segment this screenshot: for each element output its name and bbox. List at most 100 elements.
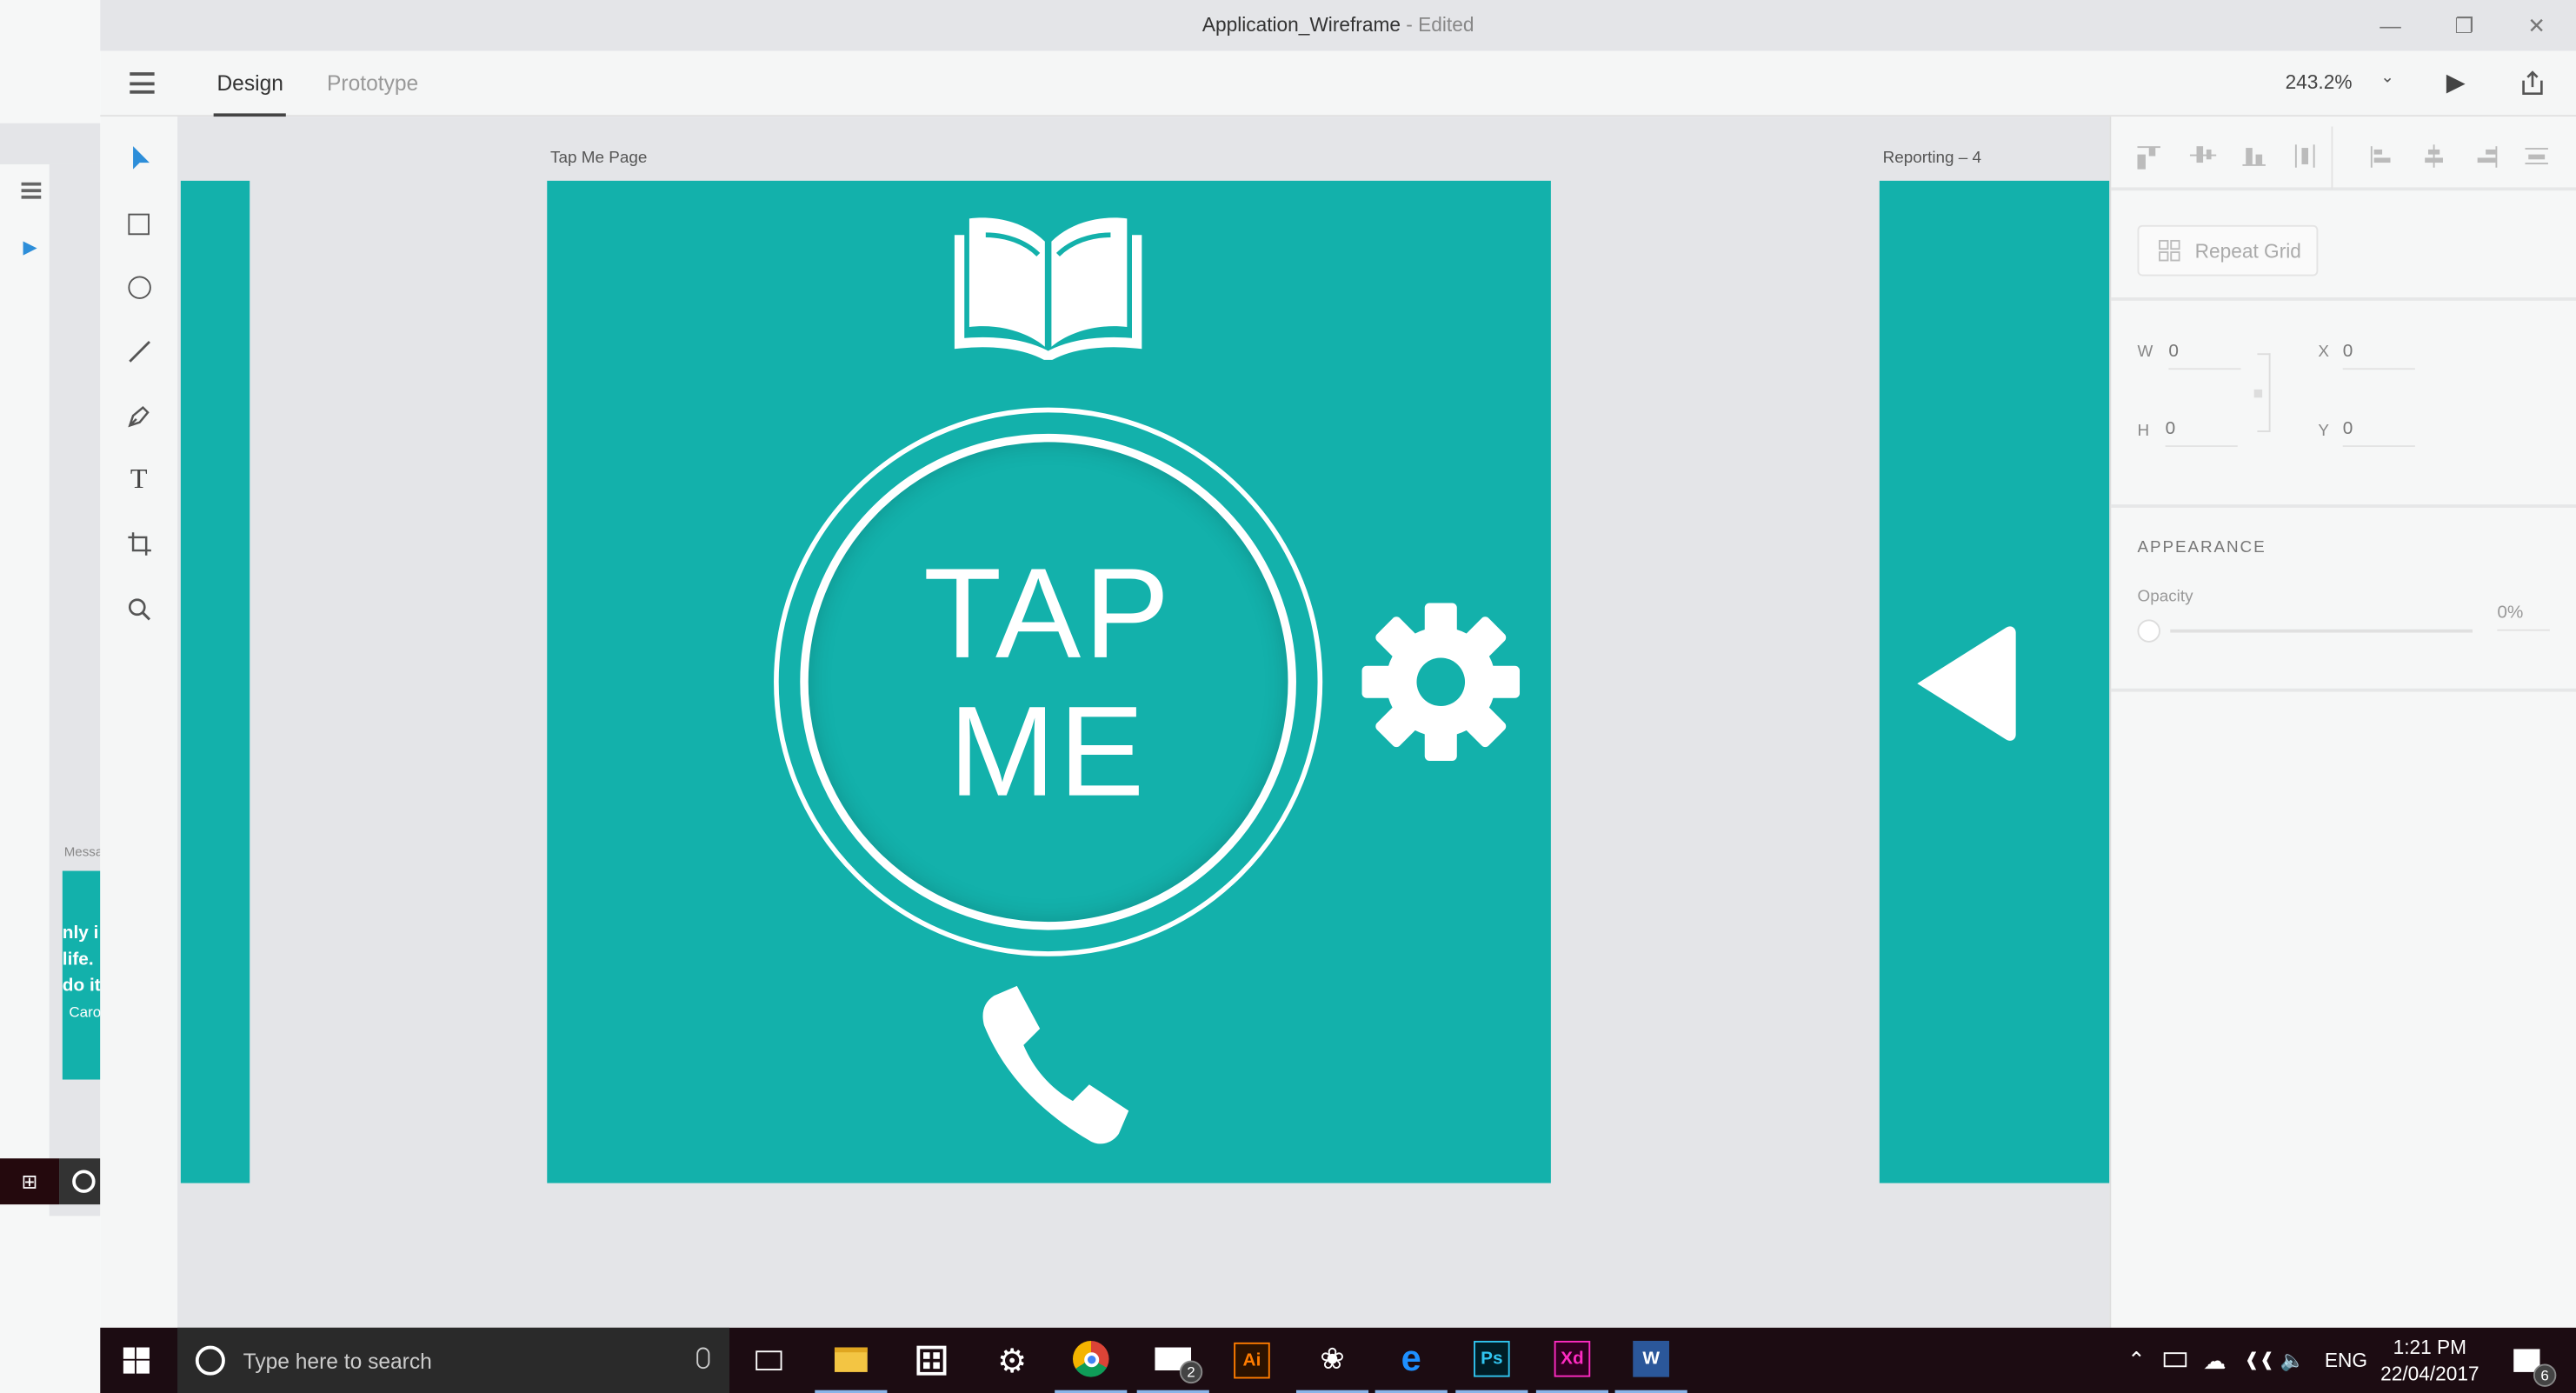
tools-bar: T: [100, 117, 178, 1328]
gear-icon[interactable]: [1361, 602, 1521, 763]
tab-design[interactable]: Design: [213, 51, 287, 117]
align-right-icon[interactable]: [2474, 146, 2498, 168]
book-icon[interactable]: [953, 212, 1143, 360]
text-tool-icon[interactable]: T: [100, 455, 177, 504]
height-label: H: [2137, 422, 2150, 441]
close-button[interactable]: ✕: [2500, 0, 2573, 51]
back-arrow-icon[interactable]: [1911, 621, 2020, 746]
design-canvas[interactable]: Tap Me Page TAP ME Reporting – 4: [177, 117, 2110, 1328]
appearance-section: APPEARANCE Opacity 0%: [2111, 508, 2576, 692]
width-field[interactable]: 0: [2168, 342, 2241, 370]
restore-button[interactable]: ❐: [2428, 0, 2500, 51]
search-placeholder: Type here to search: [243, 1348, 432, 1373]
text-line: life.: [62, 950, 94, 970]
battery-icon[interactable]: [2163, 1328, 2187, 1393]
opacity-slider-handle[interactable]: [2137, 619, 2160, 643]
background-window: ▶ Messa nly i life. do it Caro ⊞: [0, 0, 101, 1393]
microphone-icon[interactable]: [696, 1347, 710, 1370]
zoom-tool-icon[interactable]: [100, 585, 177, 635]
taskbar-search[interactable]: Type here to search: [177, 1327, 730, 1393]
onedrive-icon[interactable]: ☁: [2203, 1328, 2226, 1393]
language-indicator[interactable]: ENG: [2325, 1328, 2367, 1393]
select-icon: ▶: [23, 238, 37, 258]
minimize-button[interactable]: —: [2354, 0, 2426, 51]
pen-tool-icon[interactable]: [100, 391, 177, 441]
chevron-down-icon[interactable]: ⌄: [2380, 69, 2394, 87]
ellipse-tool-icon[interactable]: [100, 263, 177, 312]
align-center-icon[interactable]: [2423, 144, 2443, 168]
artboard-reporting-4[interactable]: [1879, 180, 2110, 1183]
cortana-icon: [195, 1345, 225, 1376]
file-explorer-icon[interactable]: [815, 1328, 888, 1393]
y-field[interactable]: 0: [2342, 419, 2415, 447]
rectangle-tool-icon[interactable]: [100, 199, 177, 249]
show-hidden-icons[interactable]: ⌃: [2127, 1328, 2146, 1393]
tap-label: TAP: [923, 540, 1174, 686]
distribute-vertical-icon[interactable]: [2294, 144, 2315, 168]
illustrator-icon[interactable]: Ai: [1215, 1328, 1288, 1393]
start-button-ghost: ⊞: [0, 1158, 60, 1205]
transform-section: W 0 H 0 X 0 Y 0: [2111, 301, 2576, 508]
align-bottom-icon[interactable]: [2242, 146, 2266, 166]
property-inspector: Repeat Grid W 0 H 0 X 0 Y 0 APPEARANCE O…: [2109, 117, 2576, 1328]
align-top-icon[interactable]: [2137, 146, 2160, 170]
align-left-icon[interactable]: [2370, 146, 2393, 168]
distribute-horizontal-icon[interactable]: [2525, 148, 2548, 164]
cortana-icon: [59, 1158, 101, 1205]
photoshop-icon[interactable]: Ps: [1455, 1328, 1528, 1393]
select-tool-icon[interactable]: [100, 133, 177, 183]
artboard-label: Messa: [63, 844, 101, 860]
phone-icon[interactable]: [971, 983, 1135, 1147]
start-button[interactable]: [100, 1328, 172, 1393]
align-toolbar: [2111, 117, 2576, 191]
zoom-level[interactable]: 243.2%: [2286, 51, 2353, 114]
x-label: X: [2318, 343, 2329, 362]
wifi-icon[interactable]: ❰❰: [2244, 1328, 2274, 1393]
artboard-tool-icon[interactable]: [100, 519, 177, 569]
line-tool-icon[interactable]: [100, 327, 177, 377]
y-label: Y: [2318, 422, 2329, 441]
time: 1:21 PM: [2393, 1336, 2467, 1359]
clock[interactable]: 1:21 PM 22/04/2017: [2373, 1334, 2487, 1386]
share-icon[interactable]: [2520, 70, 2545, 96]
appearance-heading: APPEARANCE: [2137, 538, 2266, 557]
opacity-label: Opacity: [2137, 588, 2193, 607]
app-toolbar: Design Prototype 243.2% ⌄ ▶: [100, 50, 2576, 117]
tap-me-button[interactable]: TAP ME: [774, 407, 1323, 956]
artboard-left[interactable]: [180, 180, 250, 1183]
text-line: nly i: [62, 923, 99, 943]
artboard-tap-me-page[interactable]: TAP ME: [547, 180, 1551, 1183]
x-field[interactable]: 0: [2342, 342, 2415, 370]
windows-taskbar: Type here to search ⚙ 2 Ai ❀ e Ps Xd W ⌃…: [100, 1327, 2576, 1393]
hamburger-menu-icon[interactable]: [130, 72, 155, 94]
store-icon[interactable]: [895, 1328, 968, 1393]
height-field[interactable]: 0: [2165, 419, 2238, 447]
mail-badge: 2: [1179, 1360, 1203, 1384]
word-icon[interactable]: W: [1614, 1328, 1687, 1393]
align-middle-icon[interactable]: [2189, 146, 2217, 166]
volume-icon[interactable]: 🔈: [2280, 1328, 2305, 1393]
grid-icon: [2159, 239, 2180, 262]
tab-prototype[interactable]: Prototype: [327, 51, 418, 117]
width-label: W: [2137, 343, 2153, 362]
action-center-icon[interactable]: 6: [2491, 1328, 2563, 1393]
title-bar: Application_Wireframe - Edited: [100, 0, 2576, 51]
lock-aspect-icon[interactable]: [2253, 353, 2271, 432]
settings-icon[interactable]: ⚙: [975, 1328, 1048, 1393]
chrome-icon[interactable]: [1055, 1328, 1128, 1393]
artboard-label[interactable]: Tap Me Page: [550, 150, 647, 168]
repeat-grid-button[interactable]: Repeat Grid: [2137, 224, 2319, 277]
artboard-label[interactable]: Reporting – 4: [1883, 150, 1981, 168]
play-icon[interactable]: ▶: [2446, 67, 2466, 97]
app-icon[interactable]: ❀: [1295, 1328, 1369, 1393]
edge-icon[interactable]: e: [1375, 1328, 1448, 1393]
menu-icon: [21, 182, 42, 199]
task-view-icon[interactable]: [733, 1328, 805, 1393]
background-artboard: nly i life. do it Caro: [62, 870, 101, 1080]
mail-icon[interactable]: 2: [1136, 1328, 1209, 1393]
opacity-slider[interactable]: [2170, 629, 2473, 633]
opacity-field[interactable]: 0%: [2497, 603, 2550, 631]
document-title: Application_Wireframe: [1201, 13, 1401, 37]
xd-icon[interactable]: Xd: [1535, 1328, 1609, 1393]
author: Caro: [69, 1003, 101, 1021]
